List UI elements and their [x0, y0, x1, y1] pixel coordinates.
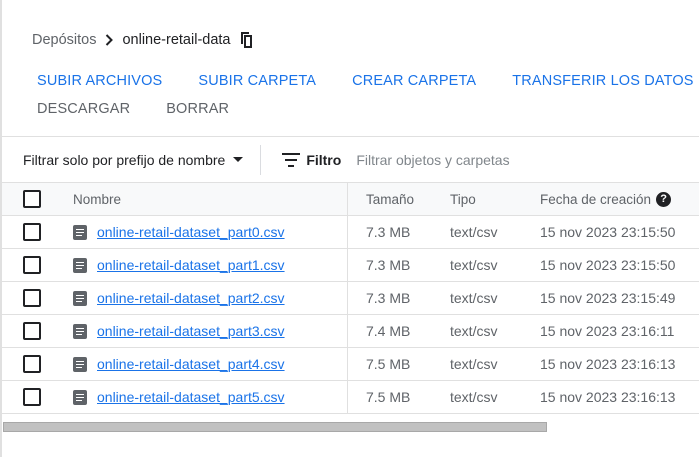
file-type: text/csv: [450, 323, 498, 339]
row-checkbox-cell: [2, 216, 52, 248]
transfer-data-button[interactable]: TRANSFERIR LOS DATOS: [512, 73, 699, 89]
file-type: text/csv: [450, 389, 498, 405]
prefix-filter-dropdown[interactable]: Filtrar solo por prefijo de nombre: [23, 151, 244, 168]
file-name-link[interactable]: online-retail-dataset_part4.csv: [97, 356, 285, 372]
file-size: 7.5 MB: [366, 356, 411, 372]
horizontal-scrollbar[interactable]: [2, 422, 699, 434]
file-type: text/csv: [450, 257, 498, 273]
file-name-cell: online-retail-dataset_part2.csv: [52, 282, 348, 314]
filter-input[interactable]: [356, 151, 657, 168]
table-row[interactable]: online-retail-dataset_part3.csv 7.4 MB tex…: [2, 315, 699, 348]
table-row[interactable]: online-retail-dataset_part4.csv 7.5 MB tex…: [2, 348, 699, 381]
file-icon: [73, 356, 87, 372]
file-icon: [73, 323, 87, 339]
file-name-link[interactable]: online-retail-dataset_part5.csv: [97, 389, 285, 405]
row-checkbox[interactable]: [23, 256, 41, 274]
upload-files-button[interactable]: SUBIR ARCHIVOS: [37, 73, 162, 89]
filter-bar: Filtrar solo por prefijo de nombre Filtr…: [2, 136, 699, 183]
file-type: text/csv: [450, 356, 498, 372]
row-checkbox-cell: [2, 315, 52, 347]
file-name-link[interactable]: online-retail-dataset_part2.csv: [97, 290, 285, 306]
divider: [260, 144, 262, 175]
create-folder-button[interactable]: CREAR CARPETA: [352, 73, 476, 89]
file-name-cell: online-retail-dataset_part3.csv: [52, 315, 348, 347]
column-header-type[interactable]: Tipo: [433, 183, 521, 215]
chevron-right-icon: [96, 34, 122, 46]
file-size: 7.4 MB: [366, 323, 411, 339]
download-button[interactable]: DESCARGAR: [37, 101, 130, 117]
file-created-date: 15 nov 2023 23:15:49: [540, 290, 676, 306]
file-name-link[interactable]: online-retail-dataset_part0.csv: [97, 224, 285, 240]
select-all-cell: [2, 183, 52, 215]
filter-label: Filtro: [306, 151, 342, 168]
action-toolbar: SUBIR ARCHIVOS SUBIR CARPETA CREAR CARPE…: [37, 68, 699, 94]
row-checkbox[interactable]: [23, 355, 41, 373]
file-created-date: 15 nov 2023 23:15:50: [540, 257, 676, 273]
row-checkbox-cell: [2, 249, 52, 281]
file-created-date: 15 nov 2023 23:16:13: [540, 356, 676, 372]
file-size: 7.5 MB: [366, 389, 411, 405]
column-header-created-label: Fecha de creación: [540, 191, 652, 207]
help-icon[interactable]: ?: [656, 191, 672, 207]
file-size: 7.3 MB: [366, 257, 411, 273]
file-icon: [73, 290, 87, 306]
row-checkbox-cell: [2, 381, 52, 413]
table-row[interactable]: online-retail-dataset_part5.csv 7.5 MB tex…: [2, 381, 699, 414]
row-checkbox-cell: [2, 348, 52, 380]
transfer-data-label: TRANSFERIR LOS DATOS: [512, 73, 694, 89]
breadcrumb: Depósitos online-retail-data: [32, 29, 254, 51]
column-header-name[interactable]: Nombre: [52, 183, 348, 215]
row-checkbox[interactable]: [23, 322, 41, 340]
objects-table: Nombre Tamaño Tipo Fecha de creación ? o…: [2, 183, 699, 414]
file-type: text/csv: [450, 290, 498, 306]
prefix-filter-label: Filtrar solo por prefijo de nombre: [23, 151, 226, 168]
file-size: 7.3 MB: [366, 290, 411, 306]
select-all-checkbox[interactable]: [23, 190, 41, 208]
file-name-cell: online-retail-dataset_part0.csv: [52, 216, 348, 248]
file-icon: [73, 224, 87, 240]
file-name-cell: online-retail-dataset_part4.csv: [52, 348, 348, 380]
row-checkbox[interactable]: [23, 289, 41, 307]
breadcrumb-current-bucket: online-retail-data: [122, 32, 231, 48]
delete-button[interactable]: BORRAR: [166, 101, 229, 117]
file-icon: [73, 389, 87, 405]
breadcrumb-buckets-link[interactable]: Depósitos: [32, 32, 96, 48]
file-created-date: 15 nov 2023 23:16:11: [540, 323, 675, 339]
scrollbar-thumb[interactable]: [3, 422, 547, 432]
column-header-created[interactable]: Fecha de creación ?: [521, 183, 699, 215]
copy-icon[interactable]: [238, 31, 254, 49]
row-checkbox-cell: [2, 282, 52, 314]
row-checkbox[interactable]: [23, 223, 41, 241]
row-checkbox[interactable]: [23, 388, 41, 406]
table-row[interactable]: online-retail-dataset_part1.csv 7.3 MB tex…: [2, 249, 699, 282]
table-row[interactable]: online-retail-dataset_part0.csv 7.3 MB tex…: [2, 216, 699, 249]
file-size: 7.3 MB: [366, 224, 411, 240]
file-type: text/csv: [450, 224, 498, 240]
filter-list-icon: [282, 152, 301, 167]
file-created-date: 15 nov 2023 23:15:50: [540, 224, 676, 240]
dropdown-arrow-icon: [233, 157, 244, 162]
file-icon: [73, 257, 87, 273]
file-name-cell: online-retail-dataset_part1.csv: [52, 249, 348, 281]
table-row[interactable]: online-retail-dataset_part2.csv 7.3 MB tex…: [2, 282, 699, 315]
file-name-link[interactable]: online-retail-dataset_part3.csv: [97, 323, 285, 339]
file-name-cell: online-retail-dataset_part5.csv: [52, 381, 348, 413]
action-toolbar-secondary: DESCARGAR BORRAR: [37, 96, 265, 122]
upload-folder-button[interactable]: SUBIR CARPETA: [198, 73, 316, 89]
table-header: Nombre Tamaño Tipo Fecha de creación ?: [2, 183, 699, 216]
column-header-size[interactable]: Tamaño: [348, 183, 433, 215]
file-created-date: 15 nov 2023 23:16:13: [540, 389, 676, 405]
file-name-link[interactable]: online-retail-dataset_part1.csv: [97, 257, 285, 273]
